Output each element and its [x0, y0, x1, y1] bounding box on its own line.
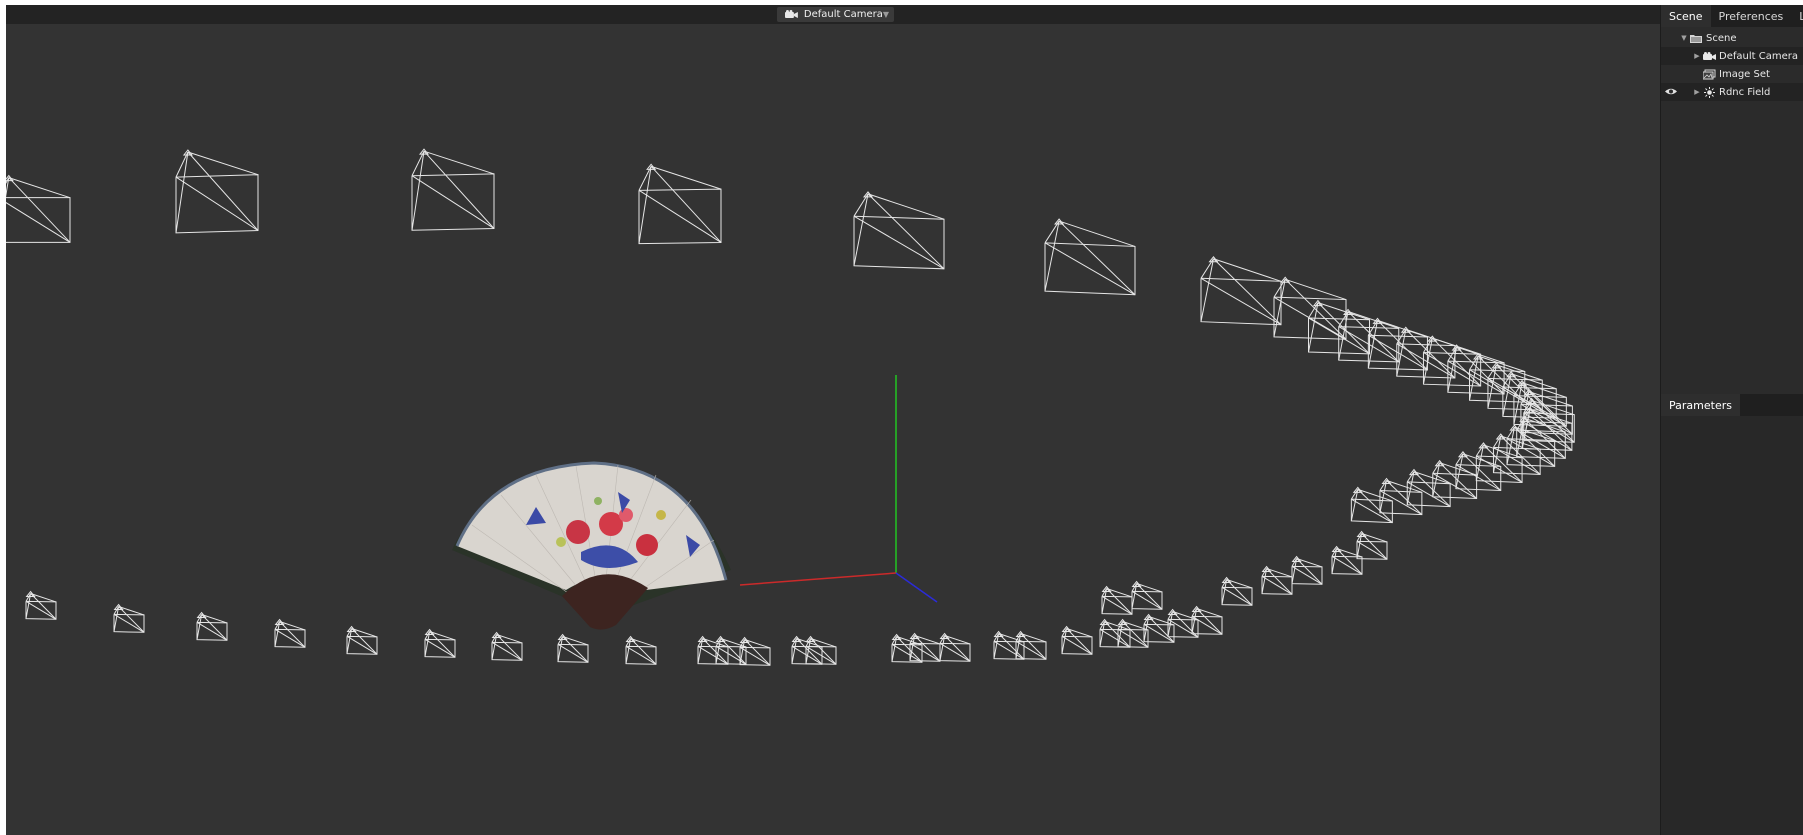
camera-frustum-36: [491, 631, 523, 661]
camera-frustum-35: [424, 628, 456, 658]
camera-frustum-33: [274, 618, 306, 648]
expand-arrow-icon[interactable]: ▶: [1692, 52, 1702, 60]
camera-frustum-61: [1356, 530, 1388, 560]
eye-visibility-icon[interactable]: [1665, 87, 1677, 96]
axis-z: [895, 572, 938, 603]
parameters-panel: [1661, 416, 1803, 835]
camera-frustum-38: [625, 635, 657, 665]
tab-log[interactable]: Lo: [1791, 5, 1803, 27]
camera-selector-label: Default Camera: [803, 9, 883, 20]
camera-frustum-1: [175, 149, 259, 234]
camera-frustum-5: [1044, 218, 1136, 296]
tab-preferences[interactable]: Preferences: [1711, 5, 1792, 27]
camera-frustum-57: [1221, 576, 1253, 606]
camera-selector-dropdown[interactable]: Default Camera ▼: [777, 7, 894, 22]
camera-frustum-4: [853, 191, 945, 270]
chevron-down-icon: ▼: [882, 10, 889, 19]
camera-frustum-30: [25, 590, 57, 620]
camera-frustum-24: [1475, 442, 1523, 483]
camera-frustum-2: [411, 148, 495, 231]
fan-leaf: [457, 463, 726, 590]
tree-item-image-set[interactable]: Image Set: [1661, 65, 1803, 83]
camera-frustum-58: [1261, 565, 1293, 595]
scene-tree: ▼ Scene ▶ Default Camera Image Set ▶ Rdn…: [1661, 29, 1803, 101]
side-panel: Scene Preferences Lo ▼ Scene ▶: [1660, 5, 1803, 835]
tree-item-label: Image Set: [1719, 68, 1770, 80]
camera-frustum-46: [939, 632, 971, 662]
expand-arrow-icon[interactable]: ▶: [1692, 88, 1702, 96]
scene-canvas[interactable]: [6, 5, 1660, 835]
camera-frustum-56: [1131, 580, 1163, 610]
camera-frustums: [6, 148, 1575, 666]
video-camera-icon: [1703, 51, 1716, 60]
camera-frustum-0: [6, 174, 71, 243]
panel-tabbar: Scene Preferences Lo: [1661, 5, 1803, 27]
camera-frustum-3: [638, 163, 722, 245]
camera-frustum-34: [346, 625, 378, 655]
sun-icon: [1704, 86, 1715, 98]
camera-frustum-54: [1191, 605, 1223, 635]
expand-arrow-icon[interactable]: ▼: [1679, 34, 1689, 42]
camera-frustum-55: [1101, 585, 1133, 615]
tree-item-label: Scene: [1706, 32, 1737, 44]
camera-frustum-45: [909, 632, 941, 662]
camera-frustum-6: [1200, 255, 1282, 326]
tab-scene[interactable]: Scene: [1661, 5, 1711, 27]
camera-frustum-32: [196, 611, 228, 641]
camera-frustum-43: [805, 635, 837, 665]
camera-frustum-49: [1061, 625, 1093, 655]
video-camera-icon: [785, 10, 798, 18]
camera-frustum-28: [1379, 477, 1423, 516]
camera-frustum-29: [1350, 486, 1393, 524]
tree-item-scene[interactable]: ▼ Scene: [1661, 29, 1803, 47]
tree-item-label: Rdnc Field: [1719, 86, 1771, 98]
axis-x: [739, 572, 897, 586]
camera-frustum-31: [113, 603, 145, 633]
camera-frustum-37: [557, 633, 589, 663]
folder-icon: [1690, 34, 1702, 43]
viewport-toolbar: Default Camera ▼: [6, 5, 1660, 24]
axes-gizmo: [739, 375, 938, 603]
app-window: Default Camera ▼ Scene Preferences Lo ▼ …: [6, 5, 1803, 835]
camera-frustum-59: [1291, 555, 1323, 585]
images-icon: [1703, 69, 1716, 79]
tree-item-label: Default Camera: [1719, 50, 1798, 62]
tree-item-default-camera[interactable]: ▶ Default Camera: [1661, 47, 1803, 65]
fan-pointcloud: [452, 461, 731, 630]
tree-item-rdnc-field[interactable]: ▶ Rdnc Field: [1661, 83, 1803, 101]
tab-parameters[interactable]: Parameters: [1661, 394, 1740, 416]
camera-frustum-27: [1406, 468, 1451, 508]
camera-frustum-41: [739, 636, 771, 666]
parameters-tabbar: Parameters: [1661, 394, 1803, 416]
3d-viewport[interactable]: Default Camera ▼: [6, 5, 1660, 835]
